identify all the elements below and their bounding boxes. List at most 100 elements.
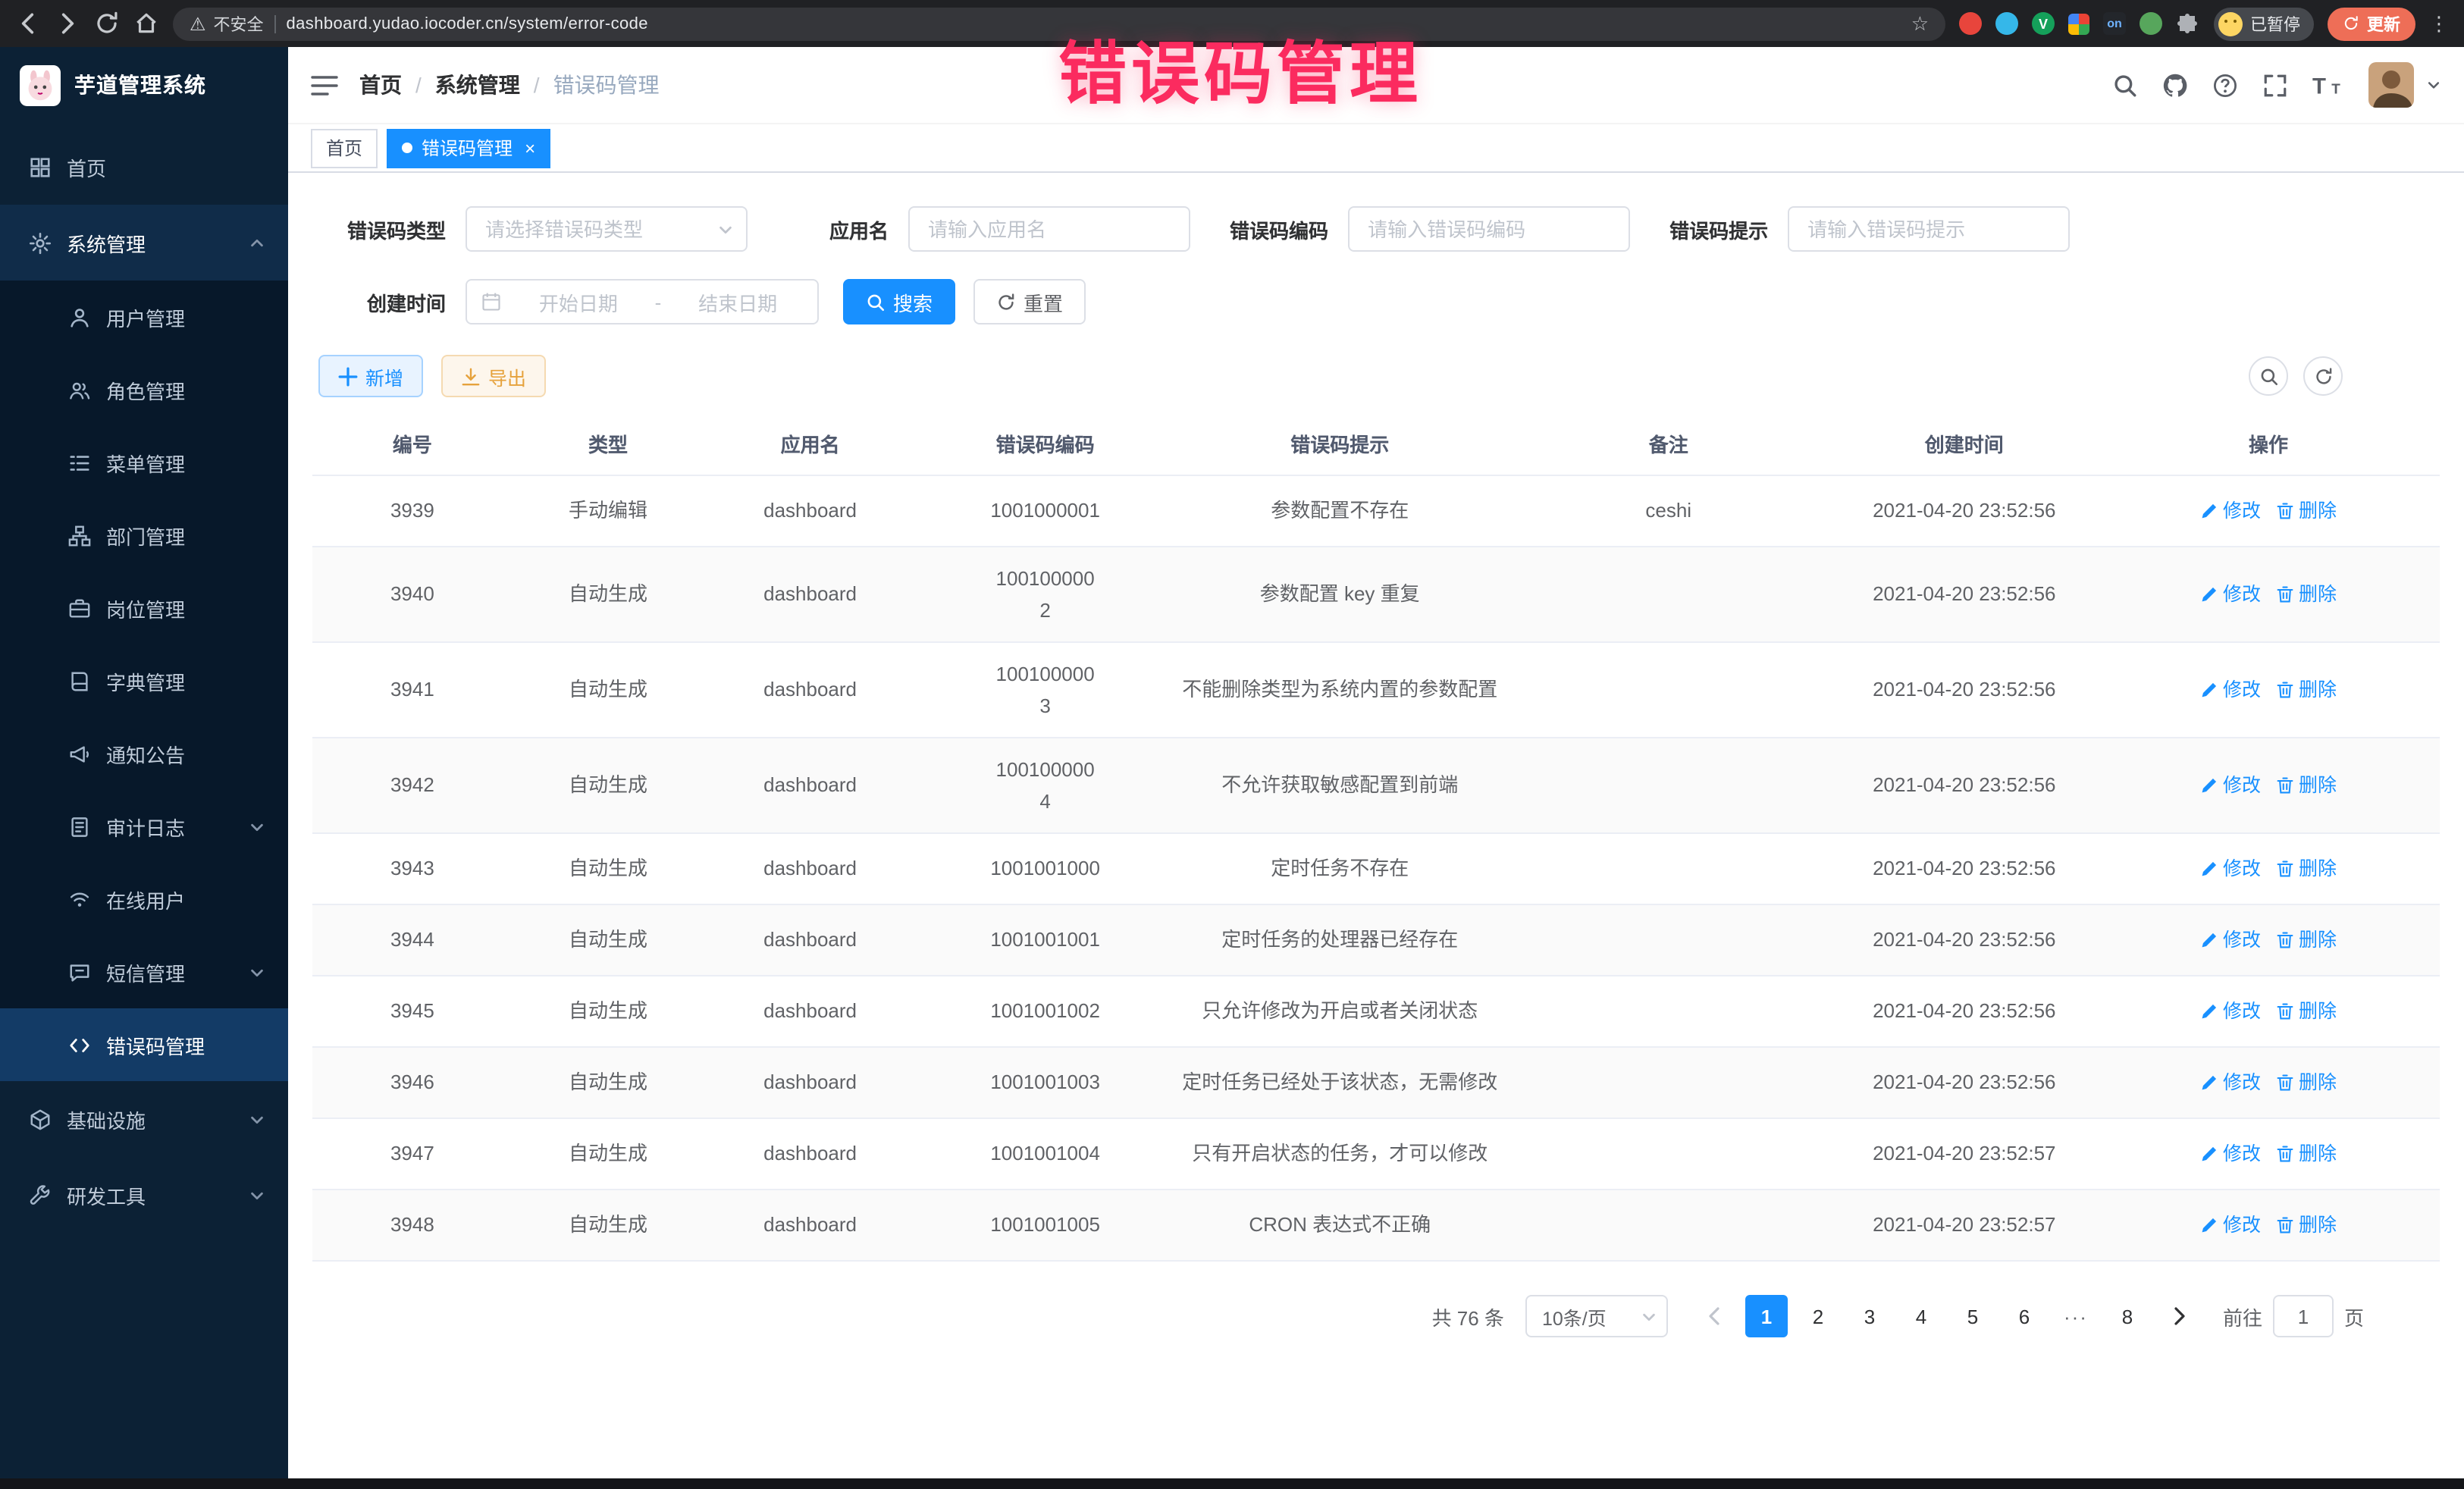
- green-check-extension-icon[interactable]: V: [2032, 12, 2055, 35]
- annotation-overlay: 错误码管理: [1058, 18, 1422, 117]
- table-row: 3941自动生成dashboard1001000003不能删除类型为系统内置的参…: [312, 643, 2440, 738]
- error-hint-input[interactable]: [1788, 206, 2070, 252]
- red-circle-extension-icon[interactable]: [1959, 12, 1982, 35]
- back-icon[interactable]: [15, 11, 41, 36]
- bookmark-star-icon[interactable]: ☆: [1911, 14, 1929, 33]
- tab-home[interactable]: 首页: [311, 128, 378, 168]
- sidebar-item-post[interactable]: 岗位管理: [0, 572, 288, 644]
- page-button-5[interactable]: 5: [1951, 1295, 1994, 1337]
- cell-app: dashboard: [704, 476, 917, 546]
- delete-link[interactable]: 删除: [2276, 855, 2337, 882]
- cell-hint: 参数配置 key 重复: [1174, 547, 1506, 641]
- cell-id: 3945: [312, 976, 513, 1046]
- date-range-picker[interactable]: 开始日期 - 结束日期: [466, 279, 819, 324]
- sidebar-item-error-code[interactable]: 错误码管理: [0, 1008, 288, 1081]
- page-size-input[interactable]: [1525, 1295, 1668, 1337]
- edit-link[interactable]: 修改: [2200, 926, 2261, 954]
- forward-icon[interactable]: [55, 11, 80, 36]
- profile-chip[interactable]: 已暂停: [2214, 7, 2314, 40]
- export-button[interactable]: 导出: [441, 355, 546, 397]
- cell-type: 自动生成: [513, 905, 704, 975]
- sidebar-item-home[interactable]: 首页: [0, 129, 288, 205]
- sidebar-item-infra[interactable]: 基础设施: [0, 1081, 288, 1157]
- delete-link[interactable]: 删除: [2276, 676, 2337, 704]
- edit-link[interactable]: 修改: [2200, 676, 2261, 704]
- error-code-input[interactable]: [1348, 206, 1630, 252]
- next-page-button[interactable]: [2158, 1295, 2200, 1337]
- tab-error-code[interactable]: 错误码管理×: [387, 128, 550, 168]
- delete-link[interactable]: 删除: [2276, 1140, 2337, 1168]
- add-button[interactable]: 新增: [318, 355, 423, 397]
- sidebar-item-dict[interactable]: 字典管理: [0, 644, 288, 717]
- reset-button[interactable]: 重置: [973, 279, 1086, 324]
- edit-link[interactable]: 修改: [2200, 1140, 2261, 1168]
- page-button-8[interactable]: 8: [2106, 1295, 2149, 1337]
- page-button-6[interactable]: 6: [2003, 1295, 2045, 1337]
- page-more-button[interactable]: ···: [2055, 1295, 2097, 1337]
- puzzle-extension-icon[interactable]: [2176, 11, 2200, 36]
- delete-link[interactable]: 删除: [2276, 581, 2337, 608]
- edit-link[interactable]: 修改: [2200, 1069, 2261, 1096]
- reload-icon[interactable]: [94, 11, 120, 36]
- security-indicator[interactable]: ⚠ 不安全: [190, 11, 264, 36]
- page-button-4[interactable]: 4: [1900, 1295, 1942, 1337]
- app-name-input[interactable]: [908, 206, 1190, 252]
- breadcrumb-item[interactable]: 系统管理: [435, 70, 520, 100]
- edit-link[interactable]: 修改: [2200, 497, 2261, 525]
- delete-link[interactable]: 删除: [2276, 772, 2337, 799]
- sidebar-item-audit-log[interactable]: 审计日志: [0, 790, 288, 863]
- chevron-down-icon[interactable]: [2426, 77, 2441, 92]
- cell-type: 自动生成: [513, 738, 704, 832]
- delete-link[interactable]: 删除: [2276, 497, 2337, 525]
- sidebar-item-online-user[interactable]: 在线用户: [0, 863, 288, 936]
- edit-link[interactable]: 修改: [2200, 581, 2261, 608]
- hamburger-icon[interactable]: [311, 74, 338, 96]
- sidebar-item-sms[interactable]: 短信管理: [0, 936, 288, 1008]
- sidebar-item-devtools[interactable]: 研发工具: [0, 1157, 288, 1233]
- sidebar-item-label: 角色管理: [106, 375, 185, 404]
- blue-dot-extension-icon[interactable]: [1995, 12, 2018, 35]
- close-icon[interactable]: ×: [525, 139, 535, 157]
- delete-link[interactable]: 删除: [2276, 1212, 2337, 1239]
- color-grid-extension-icon[interactable]: [2068, 13, 2089, 34]
- edit-link[interactable]: 修改: [2200, 998, 2261, 1025]
- edit-link[interactable]: 修改: [2200, 1212, 2261, 1239]
- delete-link[interactable]: 删除: [2276, 998, 2337, 1025]
- delete-link[interactable]: 删除: [2276, 1069, 2337, 1096]
- on-badge-extension-icon[interactable]: on: [2103, 12, 2126, 35]
- sidebar-item-system[interactable]: 系统管理: [0, 205, 288, 281]
- toggle-search-button[interactable]: [2249, 356, 2288, 396]
- cell-hint: 只允许修改为开启或者关闭状态: [1174, 976, 1506, 1046]
- fullscreen-icon[interactable]: [2262, 72, 2288, 98]
- help-icon[interactable]: [2212, 72, 2238, 98]
- search-icon[interactable]: [2112, 72, 2138, 98]
- github-icon[interactable]: [2162, 72, 2188, 98]
- breadcrumb-item[interactable]: 首页: [359, 70, 402, 100]
- page-size-select[interactable]: [1525, 1295, 1668, 1337]
- font-size-icon[interactable]: TT: [2312, 72, 2344, 98]
- browser-menu-icon[interactable]: ⋮: [2429, 11, 2449, 36]
- page-button-2[interactable]: 2: [1797, 1295, 1839, 1337]
- delete-icon: [2276, 502, 2294, 520]
- sidebar-item-menu[interactable]: 菜单管理: [0, 426, 288, 499]
- error-type-select[interactable]: [466, 206, 748, 252]
- edit-link[interactable]: 修改: [2200, 855, 2261, 882]
- update-button[interactable]: 更新: [2328, 7, 2415, 40]
- avatar[interactable]: [2368, 62, 2414, 108]
- delete-link[interactable]: 删除: [2276, 926, 2337, 954]
- page-button-1[interactable]: 1: [1745, 1295, 1788, 1337]
- edit-link[interactable]: 修改: [2200, 772, 2261, 799]
- sidebar-item-user[interactable]: 用户管理: [0, 281, 288, 353]
- breadcrumb-item: 错误码管理: [553, 70, 660, 100]
- sidebar-item-notice[interactable]: 通知公告: [0, 717, 288, 790]
- goto-page-input[interactable]: [2273, 1295, 2334, 1337]
- refresh-table-button[interactable]: [2303, 356, 2343, 396]
- search-button[interactable]: 搜索: [843, 279, 955, 324]
- sidebar-item-dept[interactable]: 部门管理: [0, 499, 288, 572]
- sidebar-item-role[interactable]: 角色管理: [0, 353, 288, 426]
- app-logo[interactable]: 芋道管理系统: [0, 47, 288, 123]
- green-leaf-extension-icon[interactable]: [2140, 12, 2162, 35]
- cell-operations: 修改删除: [2097, 905, 2440, 975]
- page-button-3[interactable]: 3: [1848, 1295, 1891, 1337]
- browser-home-icon[interactable]: [133, 11, 159, 36]
